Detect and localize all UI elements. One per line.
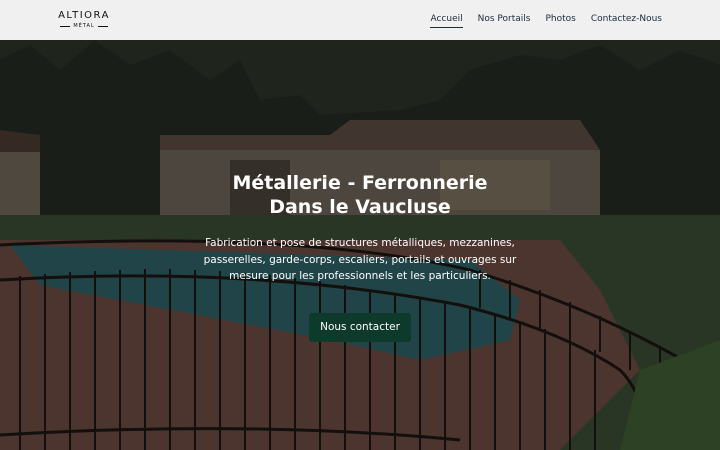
- nav-link-photos[interactable]: Photos: [545, 13, 575, 27]
- hero-title: Métallerie - Ferronnerie Dans le Vauclus…: [160, 171, 560, 219]
- main-nav: Accueil Nos Portails Photos Contactez-No…: [430, 0, 662, 40]
- hero-title-line2: Dans le Vaucluse: [269, 196, 451, 218]
- brand-subtitle: MÉTAL: [57, 23, 111, 29]
- nav-link-nos-portails[interactable]: Nos Portails: [478, 13, 531, 27]
- hero-description: Fabrication et pose de structures métall…: [203, 237, 517, 282]
- site-header: ALTIORA MÉTAL Accueil Nos Portails Photo…: [0, 0, 720, 40]
- brand-name: ALTIORA: [58, 10, 110, 21]
- hero-title-line1: Métallerie - Ferronnerie: [232, 172, 488, 194]
- brand-logo[interactable]: ALTIORA MÉTAL: [57, 10, 111, 30]
- logo-dash-right: [97, 25, 108, 27]
- nav-link-accueil[interactable]: Accueil: [430, 13, 463, 28]
- contact-button[interactable]: Nous contacter: [309, 313, 411, 342]
- brand-sub-text: MÉTAL: [73, 23, 95, 29]
- hero-section: Métallerie - Ferronnerie Dans le Vauclus…: [0, 40, 720, 450]
- nav-link-contactez-nous[interactable]: Contactez-Nous: [591, 13, 662, 27]
- logo-dash-left: [60, 25, 71, 27]
